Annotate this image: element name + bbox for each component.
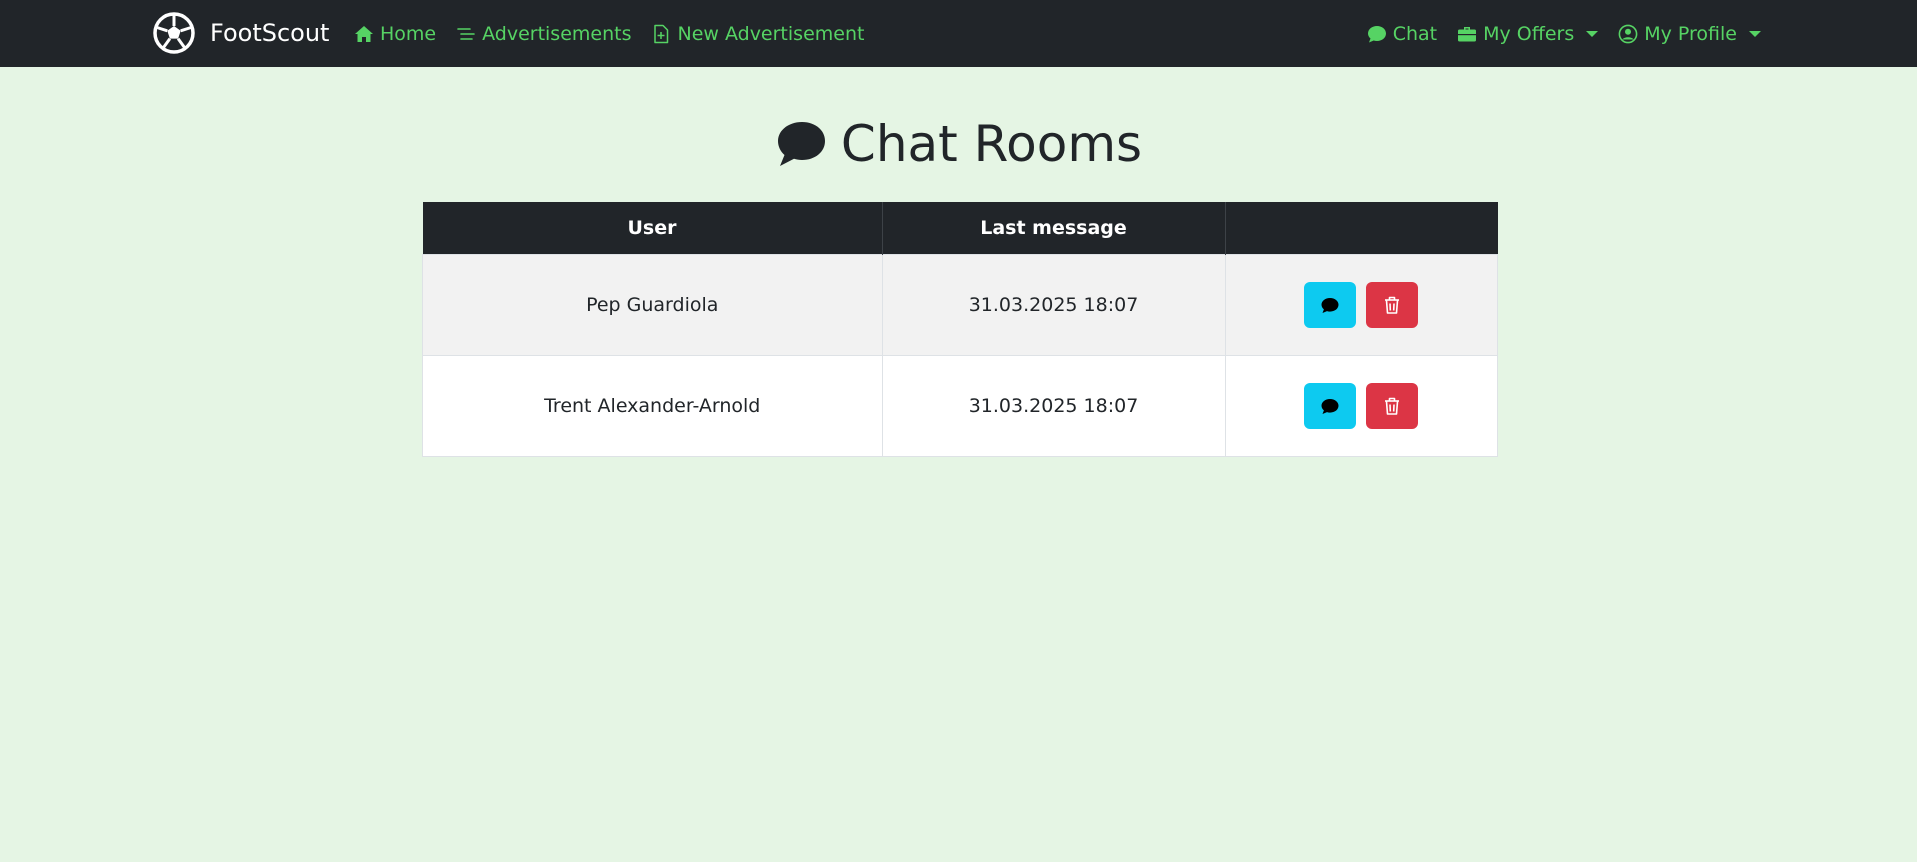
chat-bubble-icon <box>1320 295 1340 315</box>
actions-cell <box>1224 355 1498 457</box>
nav-my-profile-label: My Profile <box>1644 22 1737 45</box>
trash-icon <box>1382 396 1402 416</box>
open-chat-button[interactable] <box>1304 282 1357 328</box>
chat-user-cell: Pep Guardiola <box>422 254 883 356</box>
last-message-cell: 31.03.2025 18:07 <box>881 355 1226 457</box>
column-header-actions <box>1225 202 1498 255</box>
table-header-row: User Last message <box>422 202 1498 255</box>
chat-bubble-icon <box>1367 24 1387 44</box>
table-row: Pep Guardiola 31.03.2025 18:07 <box>422 254 1498 356</box>
column-header-last-message: Last message <box>882 202 1226 255</box>
last-message-cell: 31.03.2025 18:07 <box>881 254 1226 356</box>
nav-advertisements-link[interactable]: Advertisements <box>456 23 631 45</box>
nav-new-advertisement-label: New Advertisement <box>677 22 865 45</box>
nav-home-label: Home <box>380 22 437 45</box>
nav-left: Home Advertisements New Advertisement <box>354 0 864 67</box>
navbar: FootScout Home Advertisements New Advert… <box>0 0 1917 67</box>
chat-user-cell: Trent Alexander-Arnold <box>422 355 883 457</box>
brand-name: FootScout <box>210 19 330 47</box>
actions-cell <box>1224 254 1498 356</box>
delete-chat-button[interactable] <box>1366 282 1419 328</box>
brand-link[interactable]: FootScout <box>152 10 329 56</box>
trash-icon <box>1382 295 1402 315</box>
nav-my-offers-dropdown[interactable]: My Offers <box>1457 22 1599 45</box>
nav-chat-label: Chat <box>1392 22 1438 45</box>
nav-right: Chat My Offers My Profile <box>1367 0 1761 67</box>
delete-chat-button[interactable] <box>1366 383 1419 429</box>
column-header-user: User <box>422 202 883 255</box>
nav-my-offers-label: My Offers <box>1483 22 1575 45</box>
chat-rooms-table: User Last message Pep Guardiola 31.03.20… <box>422 202 1498 457</box>
file-plus-icon <box>651 24 671 44</box>
nav-chat-link[interactable]: Chat <box>1367 23 1437 45</box>
open-chat-button[interactable] <box>1304 383 1357 429</box>
page-title: Chat Rooms <box>0 118 1917 170</box>
house-icon <box>354 24 374 44</box>
chevron-down-icon <box>1586 30 1599 37</box>
nav-advertisements-label: Advertisements <box>482 22 632 45</box>
briefcase-icon <box>1457 24 1477 44</box>
table-row: Trent Alexander-Arnold 31.03.2025 18:07 <box>422 355 1498 457</box>
chevron-down-icon <box>1749 30 1761 37</box>
page-title-text: Chat Rooms <box>840 115 1143 173</box>
nav-new-advertisement-link[interactable]: New Advertisement <box>651 23 864 45</box>
text-lines-icon <box>456 24 476 44</box>
person-circle-icon <box>1618 24 1638 44</box>
chat-bubble-icon <box>775 118 827 170</box>
nav-my-profile-dropdown[interactable]: My Profile <box>1618 23 1761 45</box>
chat-bubble-icon <box>1320 396 1340 416</box>
nav-home-link[interactable]: Home <box>354 23 436 45</box>
soccer-ball-icon <box>152 11 196 55</box>
